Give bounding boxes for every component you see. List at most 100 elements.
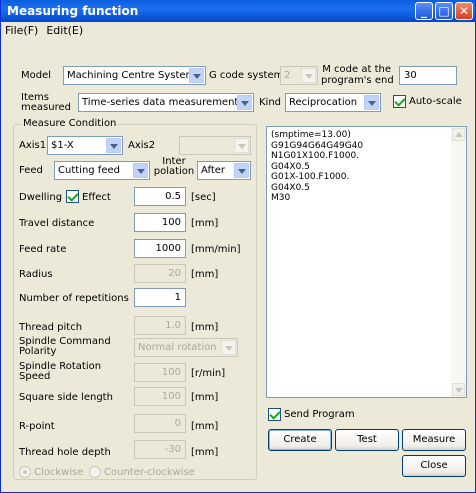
feed-select[interactable]: Cutting feed [54, 161, 150, 180]
radius-unit: [mm] [191, 269, 219, 280]
program-line: G01X-100.F1000. [271, 172, 350, 182]
travel-distance-label: Travel distance [19, 218, 95, 229]
spindle-polarity-value: Normal rotation [138, 342, 217, 353]
feed-rate-unit: [mm/min] [191, 244, 241, 255]
spindle-speed-label: Spindle Rotation Speed [19, 362, 101, 382]
program-textarea[interactable]: (smptime=13.00) G91G94G64G49G40 N1G01X100.… [266, 126, 467, 398]
axis1-select[interactable]: $1-X [47, 136, 123, 155]
maximize-icon: □ [438, 4, 450, 18]
maximize-button[interactable]: □ [435, 2, 453, 20]
travel-distance-unit: [mm] [191, 218, 219, 229]
title-bar[interactable]: Measuring function _ □ ✕ [1, 0, 475, 22]
model-value: Machining Centre System [67, 70, 196, 81]
kind-label: Kind [259, 97, 282, 108]
menu-edit[interactable]: Edit(E) [42, 22, 87, 40]
minimize-button[interactable]: _ [415, 2, 433, 20]
program-line: G04X0.5 [271, 182, 310, 193]
thread-pitch-unit: [mm] [191, 322, 219, 333]
model-select[interactable]: Machining Centre System [63, 66, 206, 85]
r-point-input[interactable]: 0 [134, 414, 186, 433]
dwelling-label: Dwelling [19, 192, 63, 203]
effect-checkbox[interactable] [66, 190, 79, 203]
thread-pitch-input[interactable]: 1.0 [134, 316, 186, 335]
close-window-button[interactable]: ✕ [455, 2, 473, 20]
repetitions-label: Number of repetitions [19, 293, 129, 304]
program-scrollbar[interactable] [451, 127, 466, 397]
send-program-label: Send Program [284, 409, 355, 420]
scroll-down-icon[interactable] [452, 383, 465, 396]
axis1-label: Axis1 [19, 140, 47, 151]
spindle-speed-unit: [r/min] [191, 368, 226, 379]
thread-hole-depth-input[interactable]: -30 [134, 440, 186, 459]
measure-button[interactable]: Measure [402, 429, 466, 451]
thread-hole-depth-unit: [mm] [191, 447, 219, 458]
items-select[interactable]: Time-series data measurement [78, 93, 254, 112]
close-button[interactable]: Close [402, 455, 466, 477]
r-point-label: R-point [19, 421, 55, 432]
feed-value: Cutting feed [58, 165, 120, 176]
mcode-label-line1: M code at the [322, 64, 391, 75]
counter-clockwise-label: Counter-clockwise [104, 467, 195, 478]
dwelling-unit: [sec] [191, 192, 216, 203]
model-label: Model [21, 70, 52, 81]
spindle-polarity-label-line2: Polarity [19, 346, 57, 357]
interpolation-value: After [201, 165, 226, 176]
chevron-down-icon [234, 138, 249, 153]
test-button[interactable]: Test [335, 429, 399, 451]
spindle-polarity-label: Spindle Command Polarity [19, 337, 111, 357]
kind-select[interactable]: Reciprocation [285, 93, 381, 112]
interpolation-label: Inter polation [153, 157, 195, 177]
dwelling-input[interactable]: 0.5 [134, 187, 186, 206]
program-line: G04X0.5 [271, 161, 310, 172]
axis2-select[interactable] [179, 136, 251, 155]
spindle-speed-label-line2: Speed [19, 371, 51, 382]
repetitions-input[interactable]: 1 [134, 288, 186, 307]
chevron-down-icon [133, 163, 148, 178]
square-side-label: Square side length [19, 392, 113, 403]
items-label-line2: measured [21, 102, 71, 113]
feed-label: Feed [19, 165, 43, 176]
scroll-up-icon[interactable] [452, 128, 465, 141]
effect-label: Effect [82, 192, 111, 203]
counter-clockwise-radio[interactable] [89, 466, 101, 478]
mcode-label-line2: program's end [321, 75, 394, 86]
program-line: G91G94G64G49G40 [271, 140, 364, 151]
close-icon: ✕ [458, 4, 470, 18]
feed-rate-input[interactable]: 1000 [134, 239, 186, 258]
radius-input[interactable]: 20 [134, 264, 186, 283]
send-program-checkbox[interactable] [268, 408, 281, 421]
spindle-polarity-select[interactable]: Normal rotation [134, 338, 238, 357]
program-line: (smptime=13.00) [271, 130, 351, 140]
chevron-down-icon [364, 95, 379, 110]
autoscale-checkbox[interactable] [393, 95, 406, 108]
gcode-select[interactable]: 2 [280, 66, 318, 85]
interpolation-select[interactable]: After [197, 161, 251, 180]
items-label: Items measured [21, 93, 71, 113]
measure-condition-title: Measure Condition [21, 118, 119, 130]
thread-pitch-label: Thread pitch [19, 322, 83, 333]
square-side-input[interactable]: 100 [134, 387, 186, 406]
menu-file[interactable]: File(F) [1, 22, 42, 40]
chevron-down-icon [221, 340, 236, 355]
gcode-label: G code system [209, 70, 284, 81]
feed-rate-label: Feed rate [19, 244, 67, 255]
mcode-label: M code at the program's end [321, 64, 394, 86]
chevron-down-icon [237, 95, 252, 110]
r-point-unit: [mm] [191, 421, 219, 432]
gcode-value: 2 [284, 70, 291, 81]
create-button[interactable]: Create [268, 429, 332, 451]
kind-value: Reciprocation [289, 97, 358, 108]
clockwise-radio[interactable] [19, 466, 31, 478]
chevron-down-icon [301, 68, 316, 83]
thread-hole-depth-label: Thread hole depth [19, 447, 111, 458]
clockwise-label: Clockwise [34, 467, 84, 478]
radius-label: Radius [19, 269, 53, 280]
square-side-unit: [mm] [191, 392, 219, 403]
mcode-input[interactable]: 30 [399, 66, 457, 85]
chevron-down-icon [234, 163, 249, 178]
travel-distance-input[interactable]: 100 [134, 213, 186, 232]
axis2-label: Axis2 [128, 140, 156, 151]
items-value: Time-series data measurement [82, 97, 239, 108]
chevron-down-icon [106, 138, 121, 153]
spindle-speed-input[interactable]: 100 [134, 363, 186, 382]
